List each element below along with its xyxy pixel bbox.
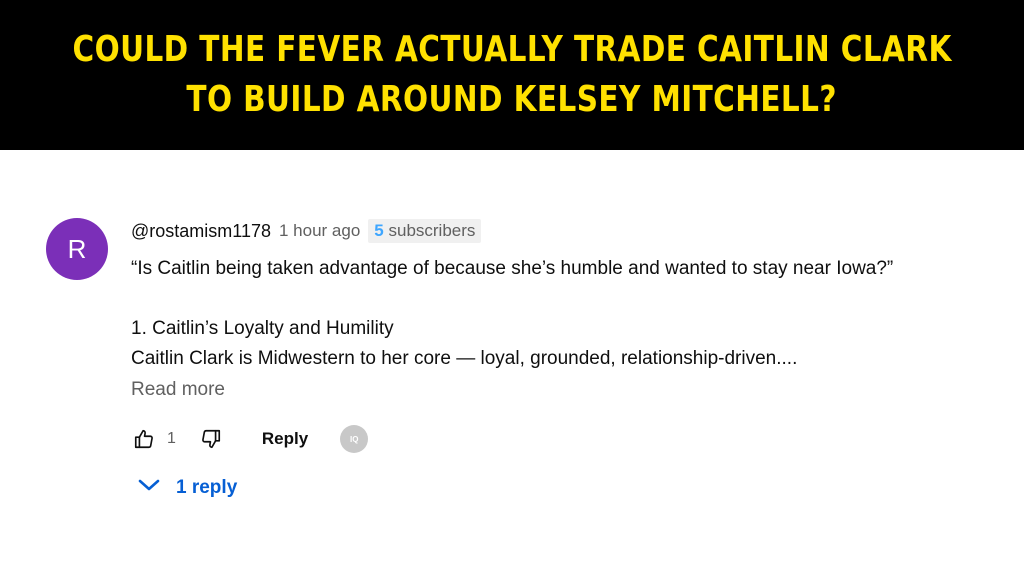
comment-line-heading: 1. Caitlin’s Loyalty and Humility — [131, 318, 394, 339]
avatar[interactable]: R — [46, 218, 108, 280]
subscribers-count: 5 — [374, 221, 384, 240]
comment-thread: R @rostamism1178 1 hour ago 5 subscriber… — [0, 150, 1024, 576]
comment-text: “Is Caitlin being taken advantage of bec… — [131, 254, 1001, 374]
comment-actions: 1 Reply IQ — [131, 424, 369, 454]
view-replies-button[interactable]: 1 reply — [136, 476, 237, 499]
author-handle[interactable]: @rostamism1178 — [131, 221, 271, 242]
subscribers-label: subscribers — [388, 221, 476, 240]
avatar-letter: R — [67, 233, 87, 264]
thumbs-down-icon[interactable] — [198, 426, 224, 452]
comment-line-quote: “Is Caitlin being taken advantage of bec… — [131, 258, 894, 279]
comment-timestamp[interactable]: 1 hour ago — [279, 221, 360, 241]
creator-heart-text: IQ — [349, 434, 359, 444]
subscribers-badge: 5 subscribers — [368, 219, 482, 243]
banner-title-line-2: TO BUILD AROUND KELSEY MITCHELL? — [186, 79, 838, 120]
like-count: 1 — [167, 430, 176, 447]
comment-line-body: Caitlin Clark is Midwestern to her core … — [131, 348, 798, 369]
thumbs-up-icon[interactable] — [131, 426, 157, 452]
title-banner: COULD THE FEVER ACTUALLY TRADE CAITLIN C… — [0, 0, 1024, 150]
reply-button[interactable]: Reply — [262, 429, 308, 449]
comment-header: @rostamism1178 1 hour ago 5 subscribers — [131, 218, 482, 244]
replies-count-label: 1 reply — [176, 476, 238, 498]
banner-title-line-1: COULD THE FEVER ACTUALLY TRADE CAITLIN C… — [72, 29, 952, 70]
chevron-down-icon — [136, 476, 162, 499]
comment-line-blank — [131, 284, 1001, 314]
read-more-button[interactable]: Read more — [131, 379, 225, 401]
creator-heart-icon: IQ — [340, 425, 369, 453]
